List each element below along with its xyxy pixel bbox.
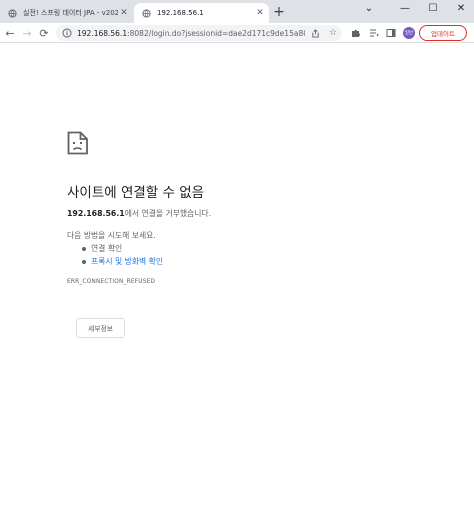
close-window-icon[interactable]: ✕ bbox=[448, 0, 474, 16]
url-path: :8082/login.do?jsessionid=dae2d171c9de15… bbox=[127, 28, 305, 38]
back-arrow-icon[interactable]: ← bbox=[2, 25, 18, 41]
tab-title: 실전! 스프링 데이터 JPA - v2022 bbox=[23, 9, 118, 17]
tab-current[interactable]: 192.168.56.1 ✕ bbox=[134, 3, 269, 23]
maximize-icon[interactable]: ☐ bbox=[420, 0, 446, 16]
minimize-icon[interactable]: — bbox=[392, 0, 418, 16]
tab-strip: 실전! 스프링 데이터 JPA - v2022 ✕ 192.168.56.1 ✕… bbox=[0, 0, 474, 23]
bookmark-star-icon[interactable]: ☆ bbox=[328, 28, 338, 38]
close-tab-icon[interactable]: ✕ bbox=[118, 7, 130, 19]
url-text[interactable]: 192.168.56.1:8082/login.do?jsessionid=da… bbox=[77, 29, 305, 38]
error-heading: 사이트에 연결할 수 없음 bbox=[67, 185, 205, 201]
extensions-puzzle-icon[interactable] bbox=[350, 27, 362, 39]
tab-jpa-course[interactable]: 실전! 스프링 데이터 JPA - v2022 ✕ bbox=[0, 3, 133, 23]
share-icon[interactable] bbox=[310, 28, 320, 38]
address-bar[interactable]: 192.168.56.1:8082/login.do?jsessionid=da… bbox=[56, 25, 342, 41]
error-message: 에서 연결을 거부했습니다. bbox=[124, 209, 212, 218]
globe-icon bbox=[8, 8, 17, 18]
suggestion-proxy-firewall-link[interactable]: 프록시 및 방화벽 확인 bbox=[82, 256, 163, 267]
update-button-label: 업데이트 bbox=[431, 30, 455, 38]
new-tab-button[interactable]: + bbox=[272, 4, 286, 20]
error-host: 192.168.56.1 bbox=[67, 209, 125, 218]
reading-list-icon[interactable] bbox=[368, 27, 380, 39]
profile-avatar[interactable]: 일반 bbox=[403, 27, 415, 39]
error-description: 192.168.56.1에서 연결을 거부했습니다. bbox=[67, 208, 211, 219]
suggestions-intro: 다음 방법을 시도해 보세요. bbox=[67, 231, 156, 240]
suggestion-link-text[interactable]: 프록시 및 방화벽 확인 bbox=[91, 256, 163, 267]
profile-label: 일반 bbox=[404, 31, 414, 36]
forward-arrow-icon[interactable]: → bbox=[19, 25, 35, 41]
bullet-icon bbox=[82, 259, 86, 264]
reload-icon[interactable]: ⟳ bbox=[36, 25, 52, 41]
error-page: 사이트에 연결할 수 없음 192.168.56.1에서 연결을 거부했습니다.… bbox=[0, 44, 474, 516]
close-tab-icon[interactable]: ✕ bbox=[254, 7, 266, 19]
url-host: 192.168.56.1 bbox=[77, 28, 128, 38]
bullet-icon bbox=[82, 246, 86, 251]
details-button[interactable]: 세부정보 bbox=[76, 318, 125, 338]
suggestion-check-connection: 연결 확인 bbox=[82, 243, 122, 254]
broken-page-icon bbox=[67, 131, 89, 159]
update-button[interactable]: 업데이트 bbox=[419, 25, 467, 41]
info-icon[interactable] bbox=[62, 28, 72, 38]
suggestion-text: 연결 확인 bbox=[91, 244, 123, 253]
side-panel-icon[interactable] bbox=[385, 27, 397, 39]
toolbar: ← → ⟳ 192.168.56.1:8082/login.do?jsessio… bbox=[0, 23, 474, 43]
error-code: ERR_CONNECTION_REFUSED bbox=[67, 279, 156, 285]
globe-icon bbox=[142, 8, 151, 18]
tab-title: 192.168.56.1 bbox=[157, 9, 204, 17]
details-button-label: 세부정보 bbox=[87, 325, 113, 333]
chevron-down-icon[interactable]: ⌄ bbox=[356, 0, 382, 16]
